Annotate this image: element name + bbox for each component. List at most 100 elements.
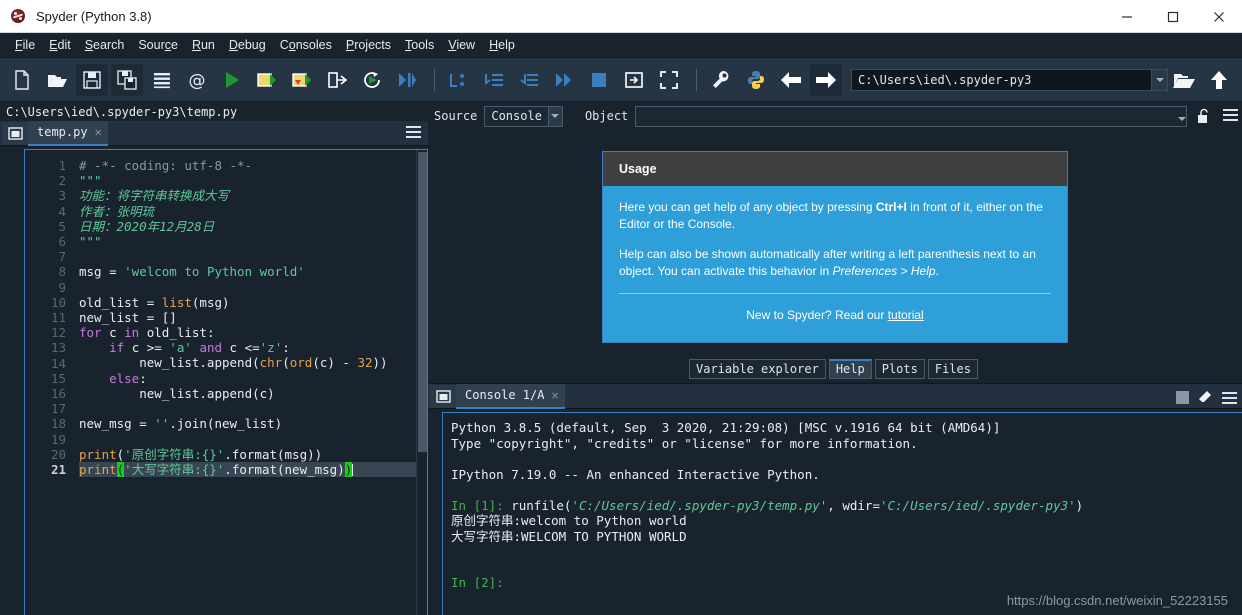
new-file-icon[interactable] <box>6 64 38 96</box>
close-icon[interactable]: ✕ <box>551 388 558 402</box>
debug-step-over-icon[interactable] <box>443 64 475 96</box>
help-options-hamburger-menu-icon[interactable] <box>1223 108 1238 124</box>
debug-step-return-icon[interactable] <box>513 64 545 96</box>
code-line[interactable]: new_msg = ''.join(new_list) <box>79 416 416 431</box>
code-line[interactable]: new_list = [] <box>79 310 416 325</box>
arrow-up-icon[interactable] <box>1203 64 1235 96</box>
close-button[interactable] <box>1196 0 1242 33</box>
code-line[interactable] <box>79 401 416 416</box>
debug-step-into-icon[interactable] <box>478 64 510 96</box>
code-line[interactable]: else: <box>79 371 416 386</box>
stop-debug-icon[interactable] <box>583 64 615 96</box>
help-toolbar: Source Console Object <box>428 102 1242 130</box>
run-cell-advance-icon[interactable] <box>286 64 318 96</box>
tab-help[interactable]: Help <box>828 359 872 379</box>
undock-window-icon[interactable] <box>2 121 28 145</box>
open-folder-icon[interactable] <box>1168 64 1200 96</box>
menu-item-file[interactable]: File <box>8 35 42 55</box>
source-combobox[interactable]: Console <box>484 105 563 127</box>
code-line[interactable]: new_list.append(chr(ord(c) - 32)) <box>79 355 416 370</box>
console-line: 大写字符串:WELCOM TO PYTHON WORLD <box>451 528 687 544</box>
menu-item-debug[interactable]: Debug <box>222 35 273 55</box>
file-switcher-icon[interactable] <box>146 64 178 96</box>
rerun-icon[interactable] <box>356 64 388 96</box>
unlocked-padlock-icon[interactable] <box>1193 100 1215 132</box>
working-directory-selector[interactable]: C:\Users\ied\.spyder-py3 <box>851 68 1168 91</box>
forward-icon[interactable] <box>810 63 842 96</box>
run-cell-icon[interactable] <box>251 64 283 96</box>
editor-code-text[interactable]: # -*- coding: utf-8 -*- """ 功能：将字符串转换成大写 作者… <box>73 150 416 615</box>
console-options-hamburger-menu-icon[interactable] <box>1222 391 1237 407</box>
code-line[interactable]: print('原创字符串:{}'.format(msg)) <box>79 447 416 462</box>
editor-tab-temp-py[interactable]: temp.py ✕ <box>28 120 108 146</box>
code-line[interactable] <box>79 249 416 264</box>
code-line[interactable]: """ <box>79 173 416 188</box>
code-line[interactable]: 作者：张明琉 <box>79 204 416 219</box>
menu-item-run[interactable]: Run <box>185 35 222 55</box>
pythonpath-manager-icon[interactable] <box>740 64 772 96</box>
tutorial-link[interactable]: tutorial <box>888 308 924 322</box>
object-label: Object <box>584 109 629 123</box>
code-line[interactable]: msg = 'welcom to Python world' <box>79 264 416 279</box>
chevron-down-icon[interactable] <box>547 106 562 126</box>
chevron-down-icon[interactable] <box>1151 69 1167 90</box>
console-output[interactable]: Python 3.8.5 (default, Sep 3 2020, 21:29… <box>442 412 1242 615</box>
menu-item-search[interactable]: Search <box>78 35 132 55</box>
line-number: 11 <box>50 310 66 326</box>
scrollbar-thumb[interactable] <box>418 152 427 452</box>
object-input[interactable] <box>635 105 1187 127</box>
close-icon[interactable]: ✕ <box>95 125 102 139</box>
menu-item-tools[interactable]: Tools <box>398 35 441 55</box>
code-line[interactable]: # -*- coding: utf-8 -*- <box>79 158 416 173</box>
tab-files[interactable]: Files <box>927 359 978 379</box>
code-line[interactable]: 日期：2020年12月28日 <box>79 219 416 234</box>
menu-item-view[interactable]: View <box>441 35 482 55</box>
line-number: 1 <box>58 158 66 173</box>
code-line[interactable]: if c >= 'a' and c <='z': <box>79 340 416 355</box>
code-line[interactable]: 功能：将字符串转换成大写 <box>79 188 416 203</box>
code-line[interactable] <box>79 431 416 446</box>
menu-item-projects[interactable]: Projects <box>339 35 398 55</box>
tab-variable-explorer[interactable]: Variable explorer <box>689 359 826 379</box>
open-file-icon[interactable] <box>41 64 73 96</box>
run-selection-icon[interactable] <box>321 64 353 96</box>
menu-item-source[interactable]: Source <box>131 35 185 55</box>
preferences-icon[interactable] <box>705 64 737 96</box>
back-icon[interactable] <box>775 64 807 96</box>
minimize-button[interactable] <box>1104 0 1150 33</box>
maximize-pane-icon[interactable] <box>618 64 650 96</box>
code-line[interactable]: new_list.append(c) <box>79 386 416 401</box>
line-number: 3 <box>58 188 66 204</box>
console-tab-console-1a[interactable]: Console 1/A ✕ <box>456 383 565 409</box>
menu-item-consoles[interactable]: Consoles <box>273 35 339 55</box>
line-number: 2 <box>58 173 66 189</box>
code-line[interactable]: print('大写字符串:{}'.format(new_msg)) <box>79 461 416 477</box>
line-number: 17 <box>50 401 66 417</box>
code-line[interactable] <box>79 280 416 295</box>
menu-item-edit[interactable]: Edit <box>42 35 78 55</box>
menu-item-help[interactable]: Help <box>482 35 522 55</box>
run-file-icon[interactable] <box>216 64 248 96</box>
debug-file-icon[interactable] <box>391 64 423 96</box>
save-all-icon[interactable] <box>111 63 143 96</box>
usage-p2-preferences-path: Preferences > Help <box>832 264 936 278</box>
maximize-button[interactable] <box>1150 0 1196 33</box>
undock-window-icon[interactable] <box>430 384 456 408</box>
stop-square-icon[interactable] <box>1172 387 1192 407</box>
debug-continue-icon[interactable] <box>548 64 580 96</box>
save-file-icon[interactable] <box>76 63 108 96</box>
chevron-down-icon[interactable] <box>1178 107 1186 126</box>
find-symbol-icon[interactable]: @ <box>181 64 213 96</box>
code-line[interactable]: old_list = list(msg) <box>79 295 416 310</box>
eraser-icon[interactable] <box>1195 387 1215 407</box>
usage-p1-shortcut: Ctrl+I <box>875 200 907 214</box>
editor-code-container[interactable]: 1 2 3 4 5 6 7 8 9 10 11 12 13 14 15 16 17 18 19 20 21 # -*- … <box>24 149 428 615</box>
fullscreen-icon[interactable] <box>653 64 685 96</box>
code-line[interactable]: """ <box>79 234 416 249</box>
usage-footer: New to Spyder? Read our tutorial <box>619 307 1051 324</box>
tab-plots[interactable]: Plots <box>874 359 925 379</box>
code-line[interactable]: for c in old_list: <box>79 325 416 340</box>
editor-options-hamburger-menu-icon[interactable] <box>406 126 421 141</box>
editor-vertical-scrollbar[interactable] <box>416 150 427 615</box>
